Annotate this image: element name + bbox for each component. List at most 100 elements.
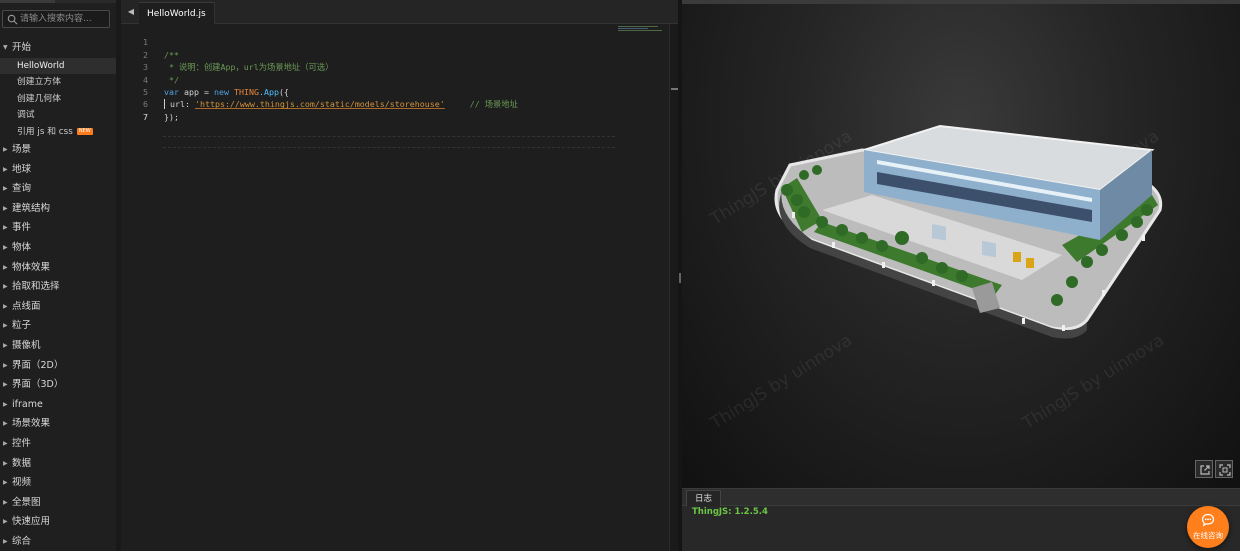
category-label: 物体 [12,242,32,254]
caret-right-icon: ▶ [3,342,8,350]
example-item-create-geometry[interactable]: 创建几何体 [0,91,116,108]
collapse-sidebar-icon[interactable]: ◀ [124,4,138,20]
text-cursor [164,99,165,110]
search-input[interactable] [20,12,108,26]
category-item[interactable]: ▶ 场景效果 [0,414,116,434]
consult-label: 在线咨询 [1193,531,1223,540]
category-label: 点线面 [12,300,41,312]
code-line: 6 }); [121,86,678,121]
caret-right-icon: ▶ [3,400,8,408]
code-area[interactable]: 1 /** 2 * 说明：创建App，url为场景地址（可选） 3 */ 4 v… [121,24,678,148]
category-label: 粒子 [12,320,32,332]
category-label: 界面（2D） [12,359,64,371]
category-item[interactable]: ▶ 数据 [0,454,116,474]
category-item[interactable]: ▶ 界面（2D） [0,356,116,376]
category-label: 开始 [12,42,32,53]
category-label: 查询 [12,183,32,195]
caret-right-icon: ▶ [3,440,8,447]
category-label: 拾取和选择 [12,281,60,293]
caret-down-icon: ▼ [3,44,8,51]
search-box[interactable] [2,10,110,28]
category-label: 全景图 [12,496,41,508]
category-label: 控件 [12,438,32,449]
code-line: 4 var app = new THING.App({ [121,61,678,97]
sidebar: ▼ 开始 HelloWorld 创建立方体 创建几何体 调试 引用 js 和 c… [0,0,116,551]
category-label: 快速应用 [12,516,51,528]
thingjs-online-editor: ▼ 开始 HelloWorld 创建立方体 创建几何体 调试 引用 js 和 c… [0,0,1240,551]
example-label: 创建几何体 [17,93,61,104]
category-label: 摄像机 [12,340,41,352]
example-item-create-cube[interactable]: 创建立方体 [0,74,116,91]
external-link-icon [1200,465,1210,475]
caret-right-icon: ▶ [3,244,8,252]
category-label: 地球 [12,163,32,175]
code-line: 5 url: 'https://www.thingjs.com/static/m… [121,74,678,109]
category-item[interactable]: ▶ 视频 [0,473,116,493]
caret-right-icon: ▶ [3,420,8,428]
online-consult-button[interactable]: 在线咨询 [1187,506,1229,548]
category-item[interactable]: ▶ 快速应用 [0,512,116,532]
example-item-debug[interactable]: 调试 [0,107,116,124]
sidebar-top-strip [0,0,116,3]
category-item[interactable]: ▶ 粒子 [0,316,116,336]
category-item[interactable]: ▶ 物体效果 [0,258,116,278]
code-line: 3 */ [121,49,678,84]
code-line-current: 7 [121,98,678,148]
fullscreen-icon [1219,464,1231,476]
category-label: 场景 [12,144,32,156]
example-label: 调试 [17,110,35,121]
editor-tab-bar: ◀ HelloWorld.js [121,0,678,24]
caret-right-icon: ▶ [3,479,8,487]
caret-right-icon: ▶ [3,537,8,545]
category-label: 事件 [12,222,32,234]
example-item-reference-js-css[interactable]: 引用 js 和 css NEW [0,124,116,141]
category-item[interactable]: ▶ 建筑结构 [0,199,116,219]
category-item[interactable]: ▶ 拾取和选择 [0,277,116,297]
caret-right-icon: ▶ [3,459,8,467]
category-item[interactable]: ▶ 事件 [0,218,116,238]
warehouse-3d-model [774,124,1163,339]
caret-right-icon: ▶ [3,361,8,369]
category-item[interactable]: ▶ 控件 [0,434,116,454]
open-external-button[interactable] [1195,460,1213,478]
new-badge: NEW [76,127,93,135]
scene-preview[interactable]: ThingJS by uinnova ThingJS by uinnova Th… [682,0,1240,488]
example-label: 引用 js 和 css [17,126,73,137]
caret-right-icon: ▶ [3,322,8,330]
category-item[interactable]: ▶ 场景 [0,140,116,160]
tab-helloworld-js[interactable]: HelloWorld.js [139,2,215,24]
category-start[interactable]: ▼ 开始 [0,38,116,58]
search-icon [7,14,18,25]
category-item[interactable]: ▶ 物体 [0,238,116,258]
category-item[interactable]: ▶ 界面（3D） [0,375,116,395]
line-number: 7 [143,111,148,122]
log-version-line: ThingJS: 1.2.5.4 [692,507,768,517]
caret-right-icon: ▶ [3,224,8,232]
example-tree: ▼ 开始 HelloWorld 创建立方体 创建几何体 调试 引用 js 和 c… [0,38,116,551]
log-tab-bar: 日志 [682,489,1240,506]
caret-right-icon: ▶ [3,185,8,193]
category-label: 界面（3D） [12,379,64,391]
caret-right-icon: ▶ [3,518,8,526]
fullscreen-button[interactable] [1215,460,1233,478]
category-item[interactable]: ▶ 综合 [0,532,116,551]
category-item[interactable]: ▶ 查询 [0,179,116,199]
category-label: 数据 [12,457,32,469]
caret-right-icon: ▶ [3,283,8,291]
log-panel: 日志 ThingJS: 1.2.5.4 [682,488,1240,551]
example-item-helloworld[interactable]: HelloWorld [0,57,116,75]
category-item[interactable]: ▶ 全景图 [0,493,116,513]
category-label: 场景效果 [12,418,51,430]
category-list: ▶ 场景 ▶ 地球 ▶ 查询 ▶ 建筑结构 ▶ 事件 ▶ 物体 ▶ 物体效果 ▶ 拾取和选择 ▶ 点线面 ▶ 粒子 ▶ 摄… [0,140,116,551]
category-item[interactable]: ▶ 地球 [0,160,116,180]
caret-right-icon: ▶ [3,165,8,173]
chat-bubble-icon [1201,513,1215,527]
category-item[interactable]: ▶ 摄像机 [0,336,116,356]
code-line: 1 /** [121,24,678,59]
tab-log[interactable]: 日志 [686,490,722,506]
code-editor: ◀ HelloWorld.js 1 /** 2 * 说明：创建App，url为场… [121,0,678,551]
category-item[interactable]: ▶ 点线面 [0,297,116,317]
editor-scrollbar[interactable] [669,24,678,551]
category-item[interactable]: ▶ iframe [0,395,116,415]
caret-right-icon: ▶ [3,204,8,212]
